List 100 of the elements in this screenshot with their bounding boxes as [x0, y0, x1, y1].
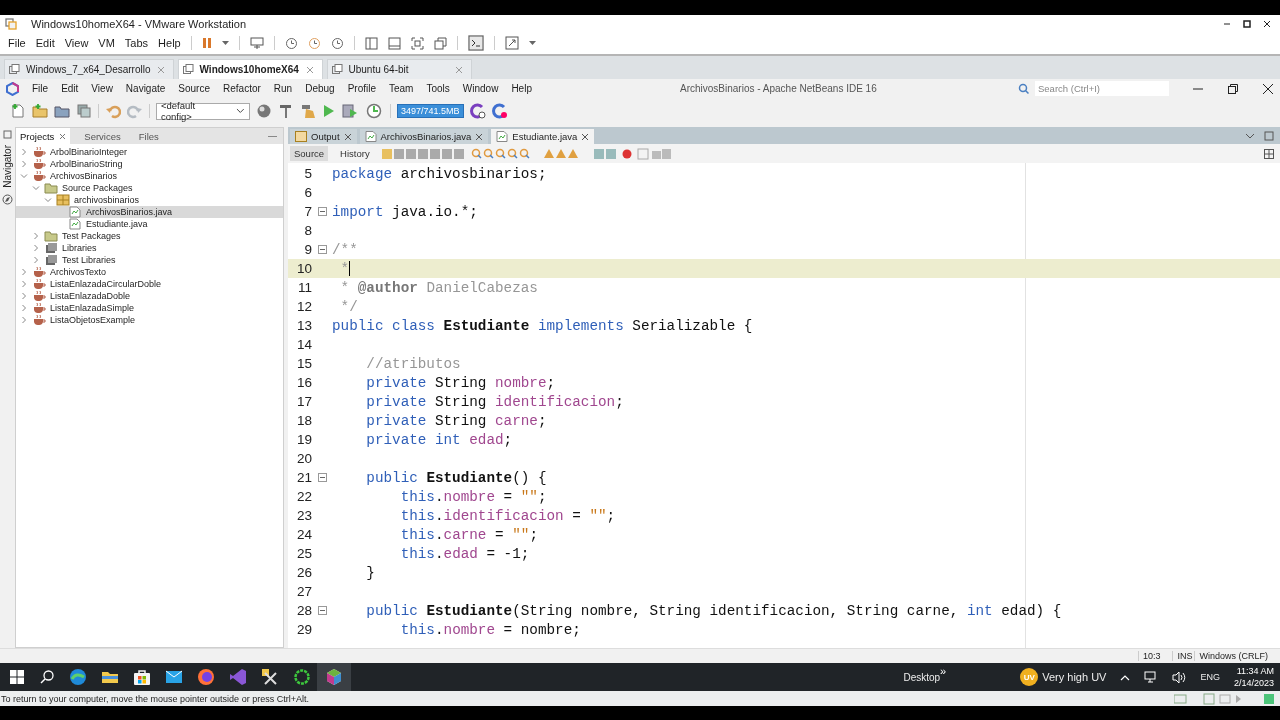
new-file-icon[interactable] [10, 103, 26, 119]
gc-icon[interactable] [469, 103, 486, 119]
tree-item[interactable]: ListaObjetosExample [16, 314, 283, 326]
minimize-icon[interactable] [268, 134, 277, 138]
tree-item[interactable]: ArbolBinarioString [16, 158, 283, 170]
clock-icon[interactable] [330, 36, 344, 50]
maximize-icon[interactable] [1242, 18, 1252, 29]
tree-item[interactable]: Estudiante.java [16, 218, 283, 230]
clock-icon[interactable] [284, 36, 298, 50]
ring-icon[interactable] [293, 668, 311, 686]
tree-item[interactable]: ArbolBinarioInteger [16, 146, 283, 158]
menu-item[interactable]: Navigate [125, 83, 166, 94]
fullscreen-icon[interactable] [410, 36, 424, 50]
new-folder-icon[interactable] [32, 103, 48, 119]
fold-icon[interactable] [317, 245, 327, 254]
desktop-toolbar[interactable]: Desktop [903, 671, 941, 683]
panel-tab[interactable]: Files [134, 128, 163, 144]
play-icon[interactable] [322, 103, 336, 119]
computer-icon[interactable] [249, 36, 264, 50]
menu-item[interactable]: Help [511, 83, 532, 94]
fold-icon[interactable] [317, 606, 327, 615]
menu-item[interactable]: Edit [61, 83, 79, 94]
menu-item[interactable]: Help [158, 37, 181, 49]
menu-item[interactable]: Tabs [124, 37, 149, 49]
caret-icon[interactable] [236, 108, 245, 114]
tree-item[interactable]: Test Packages [16, 230, 283, 242]
editor-tab[interactable]: ArchivosBinarios.java [359, 129, 489, 144]
tools-icon[interactable] [261, 668, 279, 686]
vm-tab[interactable]: Ubuntu 64-bit [326, 59, 472, 79]
terminal-icon[interactable] [467, 35, 484, 51]
tree-item[interactable]: ListaEnlazadaSimple [16, 302, 283, 314]
fox-globe-icon[interactable] [197, 668, 215, 686]
menu-item[interactable]: File [32, 83, 49, 94]
editor-mode-tab[interactable]: History [336, 146, 374, 161]
panel-tab[interactable]: Services [80, 128, 125, 144]
sidebar-layout-icon[interactable] [364, 36, 378, 50]
resize-icon[interactable] [504, 36, 519, 50]
speaker-icon[interactable] [1172, 670, 1187, 684]
panel-tab[interactable]: Projects [16, 128, 71, 144]
menu-item[interactable]: Refactor [223, 83, 261, 94]
folder-icon[interactable] [54, 103, 70, 119]
envelope-icon[interactable] [165, 670, 183, 684]
tree-item[interactable]: Libraries [16, 242, 283, 254]
editor-tab[interactable]: Output [290, 129, 357, 144]
tree-item[interactable]: archivosbinarios [16, 194, 283, 206]
menu-item[interactable]: Debug [305, 83, 335, 94]
tree-item[interactable]: ListaEnlazadaDoble [16, 290, 283, 302]
menu-item[interactable]: File [8, 37, 26, 49]
language-indicator[interactable]: ENG [1200, 672, 1220, 682]
tree-item[interactable]: ListaEnlazadaCircularDoble [16, 278, 283, 290]
chevron[interactable]: » [940, 665, 947, 677]
weather-text[interactable]: Very high UV [1042, 671, 1107, 683]
close-icon[interactable] [1262, 18, 1272, 29]
sphere-icon[interactable] [256, 103, 272, 119]
cube-icon[interactable] [325, 668, 343, 686]
network-icon[interactable] [1144, 670, 1159, 684]
clock-date[interactable]: 2/14/2023 [1233, 677, 1274, 689]
caret-icon[interactable] [528, 40, 536, 46]
menu-item[interactable]: Run [273, 83, 293, 94]
pause-icon[interactable] [201, 37, 212, 49]
tree-item[interactable]: Source Packages [16, 182, 283, 194]
menu-item[interactable]: Team [389, 83, 414, 94]
fold-icon[interactable] [317, 473, 327, 482]
split-icon[interactable] [1264, 148, 1274, 159]
menu-item[interactable]: Edit [35, 37, 55, 49]
caret-icon[interactable] [221, 40, 229, 46]
wave-globe-icon[interactable] [69, 668, 87, 686]
compass-icon[interactable] [2, 193, 13, 205]
close-icon[interactable] [1262, 82, 1274, 95]
menu-item[interactable]: View [64, 37, 89, 49]
vm-tab[interactable]: Windows10homeX64 [177, 59, 323, 79]
panel-layout-icon[interactable] [387, 36, 401, 50]
close-icon[interactable] [581, 132, 590, 141]
chevron-up-icon[interactable] [1120, 673, 1131, 681]
undo-icon[interactable] [105, 103, 121, 119]
ribbon-icon[interactable] [229, 668, 247, 686]
restore-icon[interactable] [1227, 82, 1239, 95]
stacked-disks-icon[interactable] [76, 103, 92, 119]
dropdown-icon[interactable] [1245, 131, 1255, 140]
clock-time[interactable]: 11:34 AM [1236, 665, 1274, 677]
windows-stack-icon[interactable] [433, 36, 447, 50]
broom-icon[interactable] [300, 103, 316, 119]
menu-item[interactable]: Tools [426, 83, 450, 94]
tree-item[interactable]: ArchivosTexto [16, 266, 283, 278]
config-dropdown[interactable]: <default config> [156, 102, 250, 120]
gc-icon[interactable] [491, 103, 508, 119]
search-icon[interactable] [39, 669, 55, 685]
editor-mode-tab[interactable]: Source [290, 146, 329, 161]
menu-item[interactable]: Source [178, 83, 210, 94]
menu-item[interactable]: Profile [347, 83, 376, 94]
shopping-bag-icon[interactable] [133, 668, 151, 686]
fold-icon[interactable] [317, 207, 327, 216]
window-icon[interactable] [3, 130, 12, 139]
editor-tab[interactable]: Estudiante.java [491, 129, 595, 144]
editor-toolbar-drawing[interactable] [381, 147, 672, 160]
search-field[interactable]: Search (Ctrl+I) [1035, 81, 1169, 96]
tree-item[interactable]: Test Libraries [16, 254, 283, 266]
folder-icon[interactable] [101, 669, 119, 685]
navigator-tab[interactable]: Navigator [2, 145, 13, 188]
menu-item[interactable]: VM [98, 37, 115, 49]
